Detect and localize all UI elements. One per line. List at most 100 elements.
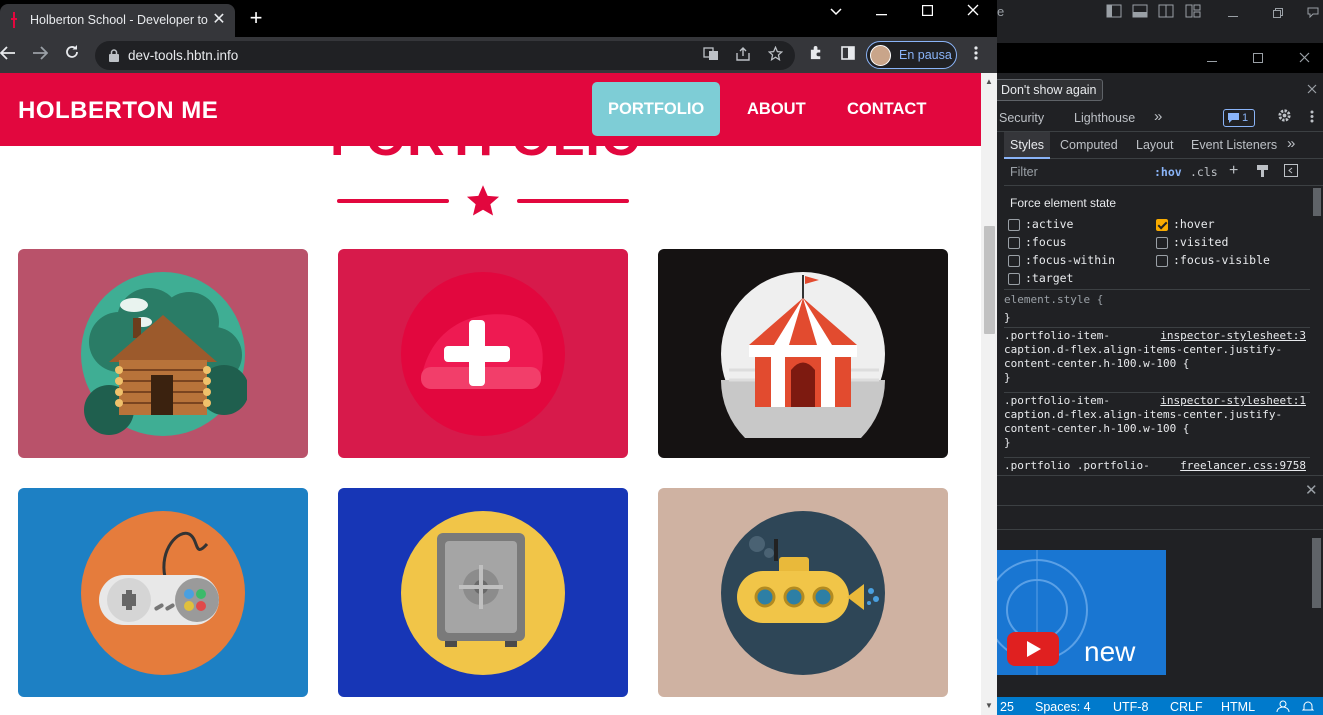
message-icon (1228, 113, 1239, 123)
checkbox[interactable] (1008, 237, 1020, 249)
circus-tent-icon (721, 272, 885, 438)
styles-scroll-thumb[interactable] (1313, 188, 1321, 216)
video-text: new (1084, 636, 1136, 667)
extensions-icon[interactable] (804, 43, 828, 67)
rule-source-link[interactable]: freelancer.css:9758 (1180, 459, 1306, 473)
dont-show-again-button[interactable]: Don't show again (997, 79, 1103, 101)
cabin-icon (81, 272, 247, 436)
page-scrollbar[interactable]: ▲ ▼ (981, 73, 997, 715)
styles-scrollbar[interactable] (1310, 186, 1323, 475)
translate-icon[interactable] (701, 46, 721, 66)
status-position[interactable]: 25 (1000, 700, 1014, 714)
lock-icon (109, 49, 119, 62)
dt-minimize-icon[interactable] (1223, 3, 1243, 23)
checkbox[interactable] (1156, 237, 1168, 249)
rule-source-link[interactable]: inspector-stylesheet:3 (1160, 329, 1306, 343)
reload-icon[interactable] (60, 43, 84, 67)
status-spaces[interactable]: Spaces: 4 (1035, 700, 1091, 714)
drawer-close-icon[interactable]: ✕ (1305, 481, 1318, 499)
tab-security[interactable]: Security (999, 111, 1044, 125)
tab-layout[interactable]: Layout (1136, 138, 1174, 152)
browser-tab[interactable]: Holberton School - Developer to ✕ (0, 4, 235, 37)
page-scroll-thumb[interactable] (984, 226, 995, 334)
profile-label: En pausa (899, 48, 952, 62)
portfolio-item-controller[interactable] (18, 488, 308, 697)
info-bar-close-icon[interactable] (1307, 81, 1317, 97)
profile-button[interactable]: En pausa (866, 41, 957, 69)
close-window-icon[interactable] (950, 2, 996, 22)
dock-right-icon[interactable] (1156, 3, 1176, 23)
portfolio-item-submarine[interactable] (658, 488, 948, 697)
drawer-scrollbar[interactable] (1310, 530, 1323, 697)
scroll-down-icon[interactable]: ▼ (984, 701, 994, 711)
dock-bottom-icon[interactable] (1130, 3, 1150, 23)
tab-lighthouse[interactable]: Lighthouse (1074, 111, 1135, 125)
portfolio-item-cabin[interactable] (18, 249, 308, 458)
dt-notification-icon[interactable] (1303, 3, 1323, 23)
minimize-icon[interactable] (858, 2, 904, 22)
account-icon[interactable] (1276, 700, 1290, 715)
filter-input[interactable]: Filter (1004, 162, 1145, 182)
youtube-play-icon[interactable] (1007, 632, 1059, 666)
more-sidebar-tabs-icon[interactable]: » (1287, 135, 1295, 152)
toggle-sidebar-icon[interactable] (1284, 164, 1298, 182)
checkbox[interactable] (1008, 219, 1020, 231)
forward-icon[interactable] (28, 43, 52, 67)
status-language[interactable]: HTML (1221, 700, 1255, 714)
tab-search-icon[interactable] (813, 2, 859, 22)
share-icon[interactable] (733, 46, 753, 66)
devtools-minimize-icon[interactable] (1202, 48, 1222, 68)
tab-styles[interactable]: Styles (1010, 138, 1044, 152)
drawer-scroll-thumb[interactable] (1312, 538, 1321, 608)
portfolio-item-cake[interactable] (338, 249, 628, 458)
bookmark-star-icon[interactable] (765, 45, 785, 66)
devtools-maximize-icon[interactable] (1248, 48, 1268, 68)
status-encoding[interactable]: UTF-8 (1113, 700, 1148, 714)
address-bar[interactable]: dev-tools.hbtn.info (95, 41, 795, 70)
dock-left-icon[interactable] (1104, 3, 1124, 23)
hov-toggle[interactable]: :hov (1154, 165, 1182, 179)
rule-inspector-1[interactable]: .portfolio-item- caption.d-flex.align-it… (1004, 394, 1310, 458)
devtools-menu-icon[interactable] (1302, 108, 1322, 128)
back-icon[interactable] (0, 43, 20, 67)
rule-freelancer[interactable]: .portfolio .portfolio- freelancer.css:97… (1004, 459, 1310, 475)
more-tabs-icon[interactable]: » (1154, 108, 1162, 125)
tab-event-listeners[interactable]: Event Listeners (1191, 138, 1277, 152)
scroll-up-icon[interactable]: ▲ (984, 77, 994, 87)
portfolio-item-circus[interactable] (658, 249, 948, 458)
bell-icon[interactable] (1301, 700, 1315, 715)
menu-kebab-icon[interactable] (964, 43, 988, 67)
nav-about[interactable]: ABOUT (731, 82, 822, 136)
devtools-close-icon[interactable] (1294, 48, 1314, 68)
site-brand[interactable]: HOLBERTON ME (18, 97, 218, 125)
checkbox[interactable] (1008, 273, 1020, 285)
holberton-favicon-icon (11, 12, 17, 28)
rule-inspector-3[interactable]: .portfolio-item- caption.d-flex.align-it… (1004, 329, 1310, 393)
new-rule-icon[interactable]: + (1229, 162, 1238, 180)
rule-source-link[interactable]: inspector-stylesheet:1 (1160, 394, 1306, 408)
video-thumbnail[interactable]: new (997, 550, 1166, 675)
checkbox-checked[interactable] (1156, 219, 1168, 231)
cls-toggle[interactable]: .cls (1190, 165, 1218, 179)
side-panel-icon[interactable] (836, 43, 860, 67)
portfolio-item-safe[interactable] (338, 488, 628, 697)
checkbox[interactable] (1156, 255, 1168, 267)
nav-contact[interactable]: CONTACT (831, 82, 942, 136)
tab-computed[interactable]: Computed (1060, 138, 1118, 152)
layout-grid-icon[interactable] (1183, 3, 1203, 23)
status-eol[interactable]: CRLF (1170, 700, 1203, 714)
maximize-icon[interactable] (904, 2, 950, 22)
new-tab-button[interactable]: + (246, 7, 266, 29)
screen: Holberton School - Developer to ✕ + dev-… (0, 0, 1323, 715)
tab-close-icon[interactable]: ✕ (210, 10, 228, 30)
checkbox[interactable] (1008, 255, 1020, 267)
paint-roller-icon[interactable] (1256, 164, 1269, 183)
submarine-icon (721, 511, 885, 675)
settings-gear-icon[interactable] (1274, 108, 1294, 128)
panel-tabs: Security Lighthouse » 1 (997, 105, 1323, 132)
star-icon (466, 185, 500, 216)
rule-element-style[interactable]: element.style { } (1004, 293, 1310, 328)
issues-badge[interactable]: 1 (1223, 109, 1255, 127)
dt-restore-icon[interactable] (1268, 3, 1288, 23)
nav-portfolio[interactable]: PORTFOLIO (592, 82, 721, 136)
